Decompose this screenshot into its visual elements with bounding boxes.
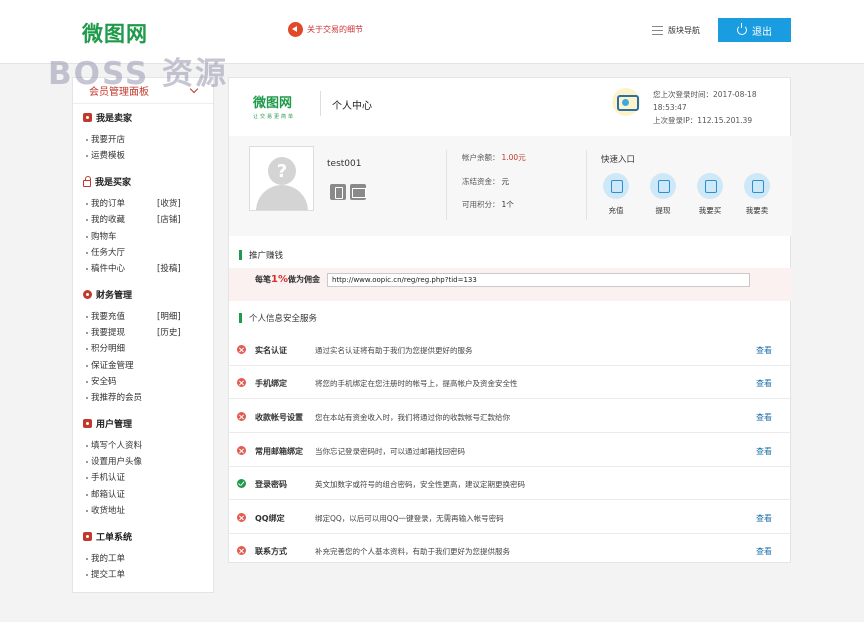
speaker-icon [288, 22, 303, 37]
sidebar-item-my-favorites[interactable]: 我的收藏 [店铺] [86, 213, 209, 225]
view-link[interactable]: 查看 [756, 546, 772, 557]
frozen-funds: 冻结资金：元 [462, 177, 509, 186]
power-icon [737, 23, 747, 35]
security-row-password: 登录密码 英文加数字或符号的组合密码，安全性更高，建议定期更换密码 [229, 467, 792, 500]
sidebar-item-phone-auth[interactable]: 手机认证 [86, 471, 209, 483]
group-user: 用户管理 [83, 417, 132, 430]
image-icon [744, 173, 770, 199]
view-link[interactable]: 查看 [756, 513, 772, 524]
lock-icon [83, 175, 91, 187]
error-icon [237, 378, 246, 387]
watermark: BOSS 资源 [48, 56, 229, 92]
cart-icon [697, 173, 723, 199]
page-title: 个人中心 [332, 101, 372, 112]
promo-section-title: 推广赚钱 [239, 249, 283, 261]
main-panel: 微图网 让交易更简单 个人中心 您上次登录时间：2017-08-18 18:53… [228, 77, 792, 563]
notice-text: 关于交易的细节 [307, 25, 363, 34]
finance-icon [83, 290, 92, 299]
sidebar-item-tag[interactable]: [历史] [157, 326, 181, 338]
divider [320, 91, 321, 116]
main-logo: 微图网 让交易更简单 [253, 96, 296, 120]
quick-withdraw-button[interactable]: 提现 [643, 173, 683, 216]
divider [586, 150, 587, 220]
member-sidebar: 会员管理面板 我是卖家 我要开店 运费模板 我是买家 我的订单 [收货] 我的收藏… [72, 77, 214, 593]
quick-recharge-button[interactable]: 充值 [596, 173, 636, 216]
site-logo[interactable]: 微图网 [82, 18, 148, 48]
sidebar-item-tag[interactable]: [收货] [157, 197, 181, 209]
sidebar-item-submit-ticket[interactable]: 提交工单 [86, 568, 209, 580]
sidebar-item-referrals[interactable]: 我推荐的会员 [86, 391, 209, 403]
phone-icon[interactable] [330, 184, 346, 200]
sidebar-item-tag[interactable]: [投稿] [157, 262, 181, 274]
sidebar-item-avatar[interactable]: 设置用户头像 [86, 455, 209, 467]
group-seller: 我是卖家 [83, 111, 132, 124]
quick-entry-title: 快速入口 [601, 155, 636, 165]
sidebar-item-open-shop[interactable]: 我要开店 [86, 133, 209, 145]
sidebar-item-tag[interactable]: [店铺] [157, 213, 181, 225]
sidebar-item-email-auth[interactable]: 邮箱认证 [86, 488, 209, 500]
logout-label: 退出 [752, 26, 772, 38]
sidebar-item-recharge[interactable]: 我要充值 [明细] [86, 310, 209, 322]
sidebar-item-deposit[interactable]: 保证金管理 [86, 359, 209, 371]
group-finance: 财务管理 [83, 288, 132, 301]
security-row-realname: 实名认证 通过实名认证将有助于我们为您提供更好的服务 查看 [229, 333, 792, 366]
sidebar-item-shipping-template[interactable]: 运费模板 [86, 149, 209, 161]
sidebar-item-submissions[interactable]: 稿件中心 [投稿] [86, 262, 209, 274]
security-row-qq: QQ绑定 绑定QQ，以后可以用QQ一键登录，无需再输入帐号密码 查看 [229, 501, 792, 534]
security-row-contact: 联系方式 补充完善您的个人基本资料，有助于我们更好为您提供服务 查看 [229, 534, 792, 567]
phone-icon [603, 173, 629, 199]
view-link[interactable]: 查看 [756, 378, 772, 389]
profile-card: ? test001 帐户余额： 1.00元 冻结资金：元 可用积分： 1个 快速入口… [229, 136, 792, 236]
user-icon [83, 419, 92, 428]
section-nav-link[interactable]: 版块导航 [652, 25, 700, 36]
balance: 帐户余额： 1.00元 [462, 153, 526, 162]
list-icon [652, 26, 663, 35]
security-row-payee-account: 收款帐号设置 您在本站有资金收入时，我们将通过你的收款帐号汇款给你 查看 [229, 400, 792, 433]
group-buyer: 我是买家 [83, 175, 131, 188]
quick-buy-button[interactable]: 我要买 [690, 173, 730, 216]
location-badge-icon [612, 88, 640, 116]
question-icon: ? [268, 157, 296, 185]
view-link[interactable]: 查看 [756, 412, 772, 423]
error-icon [237, 412, 246, 421]
error-icon [237, 345, 246, 354]
error-icon [237, 513, 246, 522]
sidebar-item-my-tickets[interactable]: 我的工单 [86, 552, 209, 564]
error-icon [237, 446, 246, 455]
quick-sell-button[interactable]: 我要卖 [737, 173, 777, 216]
sidebar-item-security-code[interactable]: 安全码 [86, 375, 209, 387]
view-link[interactable]: 查看 [756, 446, 772, 457]
wallet-icon [650, 173, 676, 199]
notice-link[interactable]: 关于交易的细节 [288, 22, 363, 37]
check-icon [237, 479, 246, 488]
promo-url-input[interactable] [327, 273, 750, 287]
view-link[interactable]: 查看 [756, 345, 772, 356]
security-section-title: 个人信息安全服务 [239, 312, 317, 324]
sidebar-item-task-hall[interactable]: 任务大厅 [86, 246, 209, 258]
error-icon [237, 546, 246, 555]
security-row-email: 常用邮箱绑定 当你忘记登录密码时，可以通过邮箱找回密码 查看 [229, 434, 792, 467]
sidebar-item-cart[interactable]: 购物车 [86, 230, 209, 242]
sidebar-item-address[interactable]: 收货地址 [86, 504, 209, 516]
sidebar-item-profile[interactable]: 填写个人资料 [86, 439, 209, 451]
promo-label: 每笔1%做为佣金 [255, 274, 320, 285]
username: test001 [327, 159, 362, 169]
mail-icon[interactable] [350, 184, 366, 200]
section-nav-label: 版块导航 [668, 26, 700, 35]
sidebar-item-tag[interactable]: [明细] [157, 310, 181, 322]
promo-row: 每笔1%做为佣金 [229, 268, 792, 301]
group-ticket: 工单系统 [83, 530, 132, 543]
avatar[interactable]: ? [249, 146, 314, 211]
sidebar-item-withdraw[interactable]: 我要提现 [历史] [86, 326, 209, 338]
sidebar-item-points[interactable]: 积分明细 [86, 342, 209, 354]
sidebar-item-my-orders[interactable]: 我的订单 [收货] [86, 197, 209, 209]
available-points: 可用积分： 1个 [462, 200, 514, 209]
ticket-icon [83, 532, 92, 541]
divider [446, 150, 447, 220]
last-login-info: 您上次登录时间：2017-08-18 18:53:47 上次登录IP：112.1… [653, 90, 757, 125]
security-row-phone: 手机绑定 将您的手机绑定在您注册时的帐号上，提高帐户及资金安全性 查看 [229, 366, 792, 399]
shop-icon [83, 113, 92, 122]
logout-button[interactable]: 退出 [718, 18, 791, 42]
